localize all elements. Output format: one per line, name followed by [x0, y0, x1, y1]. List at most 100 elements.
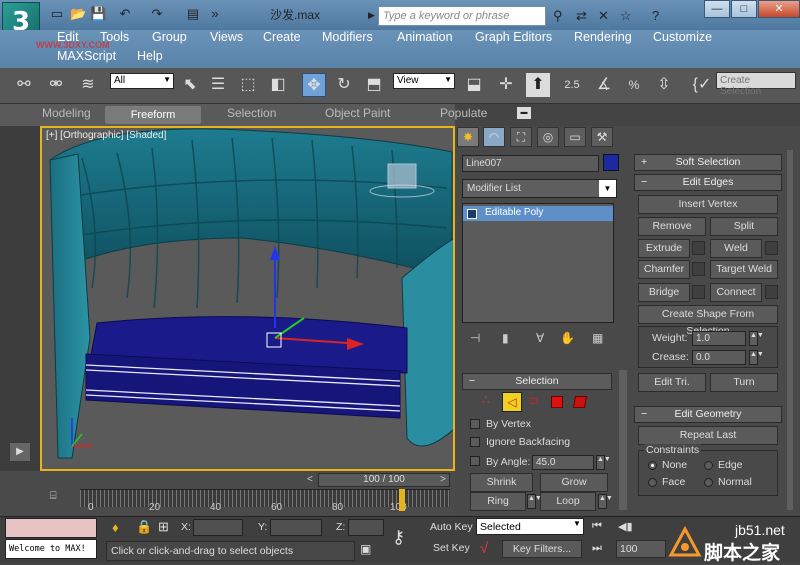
weld-settings-icon[interactable]	[765, 241, 778, 255]
menu-tools[interactable]: Tools	[100, 30, 129, 44]
show-end-result-icon[interactable]: ▮	[502, 331, 509, 345]
auto-key-button[interactable]: Auto Key	[430, 521, 473, 533]
menu-customize[interactable]: Customize	[653, 30, 712, 44]
key-mode-dropdown[interactable]: Selected	[476, 518, 584, 535]
search-input[interactable]: Type a keyword or phrase	[378, 6, 546, 26]
connect-button[interactable]: Connect	[710, 283, 762, 302]
edit-edges-rollout-header[interactable]: − Edit Edges	[634, 174, 782, 191]
ribbon-options-icon[interactable]: ▬	[517, 107, 531, 119]
open-file-icon[interactable]: 📂	[70, 7, 86, 21]
soft-selection-rollout-header[interactable]: + Soft Selection	[634, 154, 782, 171]
remove-modifier-icon[interactable]: ✋	[560, 331, 575, 345]
constraint-face-radio[interactable]	[648, 478, 657, 487]
shrink-button[interactable]: Shrink	[470, 473, 533, 492]
percent-snap-icon[interactable]: %	[622, 73, 646, 97]
edit-tri-button[interactable]: Edit Tri.	[638, 373, 706, 392]
current-frame-field[interactable]: 100	[616, 540, 666, 558]
loop-spinner-icon[interactable]: ▲▼	[598, 494, 613, 509]
insert-vertex-button[interactable]: Insert Vertex	[638, 195, 778, 214]
go-to-end-icon[interactable]: ⏭	[592, 542, 602, 555]
create-tab-icon[interactable]: ✸	[457, 127, 479, 147]
bridge-button[interactable]: Bridge	[638, 283, 690, 302]
repeat-last-button[interactable]: Repeat Last	[638, 426, 778, 445]
search-expand-icon[interactable]: ▶	[368, 10, 375, 21]
tab-object-paint[interactable]: Object Paint	[325, 106, 390, 120]
object-name-field[interactable]: Line007	[462, 155, 599, 172]
constraint-none-radio[interactable]	[648, 461, 657, 470]
link-icon[interactable]: ⚯	[12, 73, 36, 97]
next-frame-icon[interactable]: >	[440, 474, 446, 485]
prev-frame-icon[interactable]: <	[307, 474, 313, 485]
pivot-center-icon[interactable]: ⬓	[462, 73, 486, 97]
selection-rollout-header[interactable]: − Selection	[462, 373, 612, 390]
weight-spinner[interactable]: 1.0	[692, 331, 746, 346]
chamfer-settings-icon[interactable]	[692, 262, 705, 276]
expand-plus-icon[interactable]	[467, 209, 477, 219]
help-icon[interactable]: ?	[652, 8, 659, 23]
viewport-orthographic[interactable]: [+] [Orthographic] [Shaded]	[40, 126, 455, 471]
viewport-label[interactable]: [+] [Orthographic] [Shaded]	[46, 130, 166, 141]
absolute-mode-icon[interactable]: ⊞	[158, 519, 169, 535]
ring-button[interactable]: Ring	[470, 492, 526, 511]
maxscript-listener-input[interactable]	[5, 518, 97, 538]
add-time-tag-icon[interactable]: ▣	[360, 542, 371, 556]
angle-snap-icon[interactable]: ∡	[592, 73, 616, 97]
crease-spinner[interactable]: 0.0	[692, 350, 746, 365]
snap-toggle-icon[interactable]: 2.5	[560, 73, 584, 97]
communication-icon[interactable]: ✕	[598, 8, 609, 24]
angle-spinner[interactable]: 45.0	[532, 455, 594, 470]
save-file-icon[interactable]: 💾	[90, 7, 106, 21]
stack-item-editable-poly[interactable]: Editable Poly	[463, 206, 613, 221]
hierarchy-tab-icon[interactable]: ⛶	[510, 127, 532, 147]
menu-graph-editors[interactable]: Graph Editors	[475, 30, 552, 44]
loop-button[interactable]: Loop	[540, 492, 596, 511]
maximize-button[interactable]: □	[731, 0, 757, 18]
lock-selection-icon[interactable]: ♦	[112, 520, 119, 535]
by-angle-checkbox[interactable]	[470, 456, 480, 466]
undo-icon[interactable]: ↶	[118, 7, 132, 21]
maxscript-output[interactable]: Welcome to MAX!	[5, 539, 97, 559]
current-time-marker[interactable]	[399, 489, 405, 511]
track-bar-filter-icon[interactable]: ⌸	[50, 490, 57, 503]
menu-rendering[interactable]: Rendering	[574, 30, 632, 44]
left-scrollbar[interactable]	[619, 370, 627, 510]
more-icon[interactable]: »	[208, 7, 222, 21]
constraint-edge-radio[interactable]	[704, 461, 713, 470]
scale-icon[interactable]: ⬒	[362, 73, 386, 97]
menu-views[interactable]: Views	[210, 30, 243, 44]
element-level-icon[interactable]	[572, 396, 588, 408]
window-crossing-icon[interactable]: ◧	[266, 73, 290, 97]
motion-tab-icon[interactable]: ◎	[537, 127, 559, 147]
ring-spinner-icon[interactable]: ▲▼	[527, 494, 542, 509]
z-coordinate-field[interactable]	[348, 519, 384, 536]
chevron-down-icon[interactable]: ▼	[599, 180, 616, 197]
create-shape-button[interactable]: Create Shape From Selection	[638, 305, 778, 337]
keyboard-shortcut-toggle-icon[interactable]: ⬆	[526, 73, 550, 97]
select-object-icon[interactable]: ⬉	[178, 73, 202, 97]
key-filters-button[interactable]: Key Filters...	[502, 540, 582, 558]
target-weld-button[interactable]: Target Weld	[710, 260, 778, 279]
tab-freeform[interactable]: Freeform	[105, 106, 201, 124]
project-folder-icon[interactable]: ▤	[186, 7, 200, 21]
close-button[interactable]: ✕	[758, 0, 800, 18]
key-tangent-icon[interactable]: √	[480, 540, 488, 557]
menu-group[interactable]: Group	[152, 30, 187, 44]
bridge-settings-icon[interactable]	[692, 285, 705, 299]
rotate-icon[interactable]: ↻	[332, 73, 356, 97]
display-tab-icon[interactable]: ▭	[564, 127, 586, 147]
edge-level-icon[interactable]: ◁	[502, 392, 522, 412]
favorites-star-icon[interactable]: ☆	[620, 8, 632, 24]
weld-button[interactable]: Weld	[710, 239, 762, 258]
select-manipulate-icon[interactable]: ✛	[494, 73, 518, 97]
vertex-level-icon[interactable]: ∴	[482, 393, 490, 407]
create-selection-set-field[interactable]: Create Selection	[716, 72, 796, 97]
y-coordinate-field[interactable]	[270, 519, 322, 536]
modify-tab-icon[interactable]: ◠	[483, 127, 505, 147]
padlock-icon[interactable]: 🔒	[136, 519, 152, 535]
polygon-level-icon[interactable]	[551, 396, 563, 408]
previous-key-icon[interactable]: ◀▮	[618, 520, 633, 533]
grow-button[interactable]: Grow	[540, 473, 608, 492]
menu-animation[interactable]: Animation	[397, 30, 453, 44]
subscription-icon[interactable]: ⇄	[576, 8, 587, 24]
extrude-button[interactable]: Extrude	[638, 239, 690, 258]
